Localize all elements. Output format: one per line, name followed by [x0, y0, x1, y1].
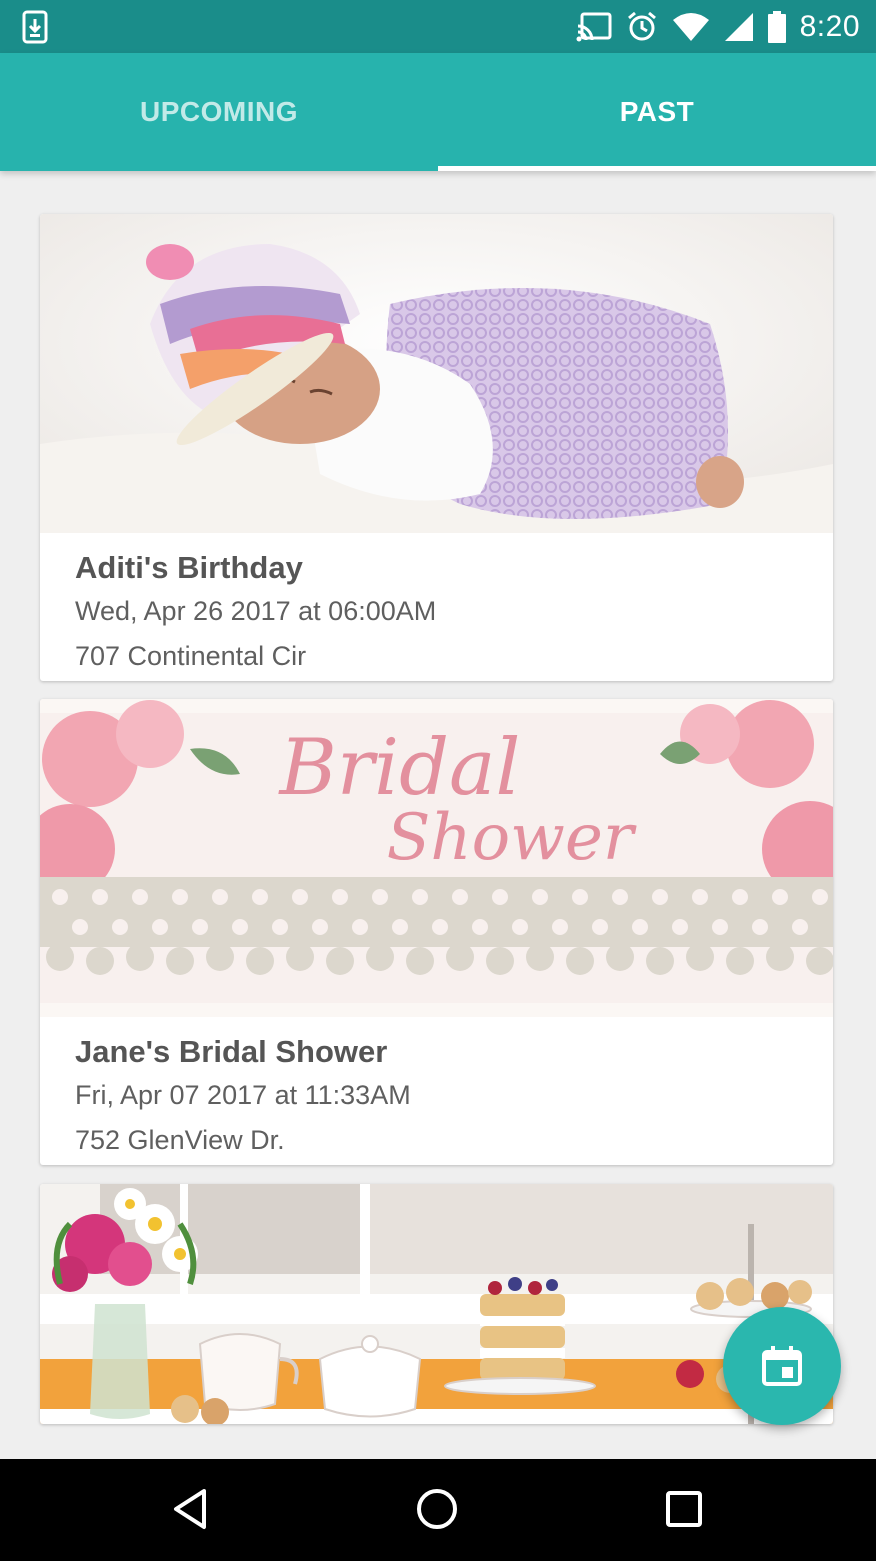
- sleeping-baby-photo: [40, 214, 833, 533]
- system-nav-bar: [0, 1459, 876, 1561]
- calendar-icon: [762, 1346, 802, 1386]
- tab-past[interactable]: PAST: [438, 53, 876, 171]
- back-button[interactable]: [160, 1479, 220, 1539]
- event-card[interactable]: Bridal Shower Jane's Bridal Shower Fri, …: [40, 699, 833, 1165]
- tab-bar: UPCOMING PAST: [0, 53, 876, 171]
- tab-selected-indicator: [438, 166, 876, 171]
- home-icon: [417, 1489, 457, 1529]
- event-address: 752 GlenView Dr.: [75, 1125, 285, 1155]
- wifi-icon: [672, 12, 709, 41]
- back-icon: [174, 1489, 206, 1529]
- banner-text-bridal: Bridal: [278, 723, 521, 813]
- tab-upcoming[interactable]: UPCOMING: [0, 53, 438, 171]
- add-event-fab[interactable]: [723, 1307, 841, 1425]
- recents-button[interactable]: [654, 1479, 714, 1539]
- status-bar: 8:20: [0, 0, 876, 53]
- event-date: Fri, Apr 07 2017 at 11:33AM: [75, 1080, 411, 1110]
- banner-text-shower: Shower: [387, 801, 637, 875]
- tea-party-table-photo: [40, 1184, 833, 1424]
- event-card[interactable]: [40, 1184, 833, 1424]
- clock: 8:20: [799, 9, 860, 43]
- cellular-signal-icon: [724, 12, 753, 41]
- recents-icon: [666, 1491, 702, 1527]
- alarm-icon: [627, 11, 656, 40]
- event-title: Jane's Bridal Shower: [75, 1034, 388, 1069]
- event-card[interactable]: Aditi's Birthday Wed, Apr 26 2017 at 06:…: [40, 214, 833, 681]
- event-title: Aditi's Birthday: [75, 550, 303, 585]
- battery-icon: [767, 10, 786, 43]
- cast-icon: [576, 12, 612, 41]
- event-address: 707 Continental Cir: [75, 641, 307, 671]
- bridal-shower-banner: Bridal Shower: [40, 699, 833, 1017]
- download-notification-icon: [22, 10, 48, 44]
- home-button[interactable]: [407, 1479, 467, 1539]
- event-date: Wed, Apr 26 2017 at 06:00AM: [75, 596, 437, 626]
